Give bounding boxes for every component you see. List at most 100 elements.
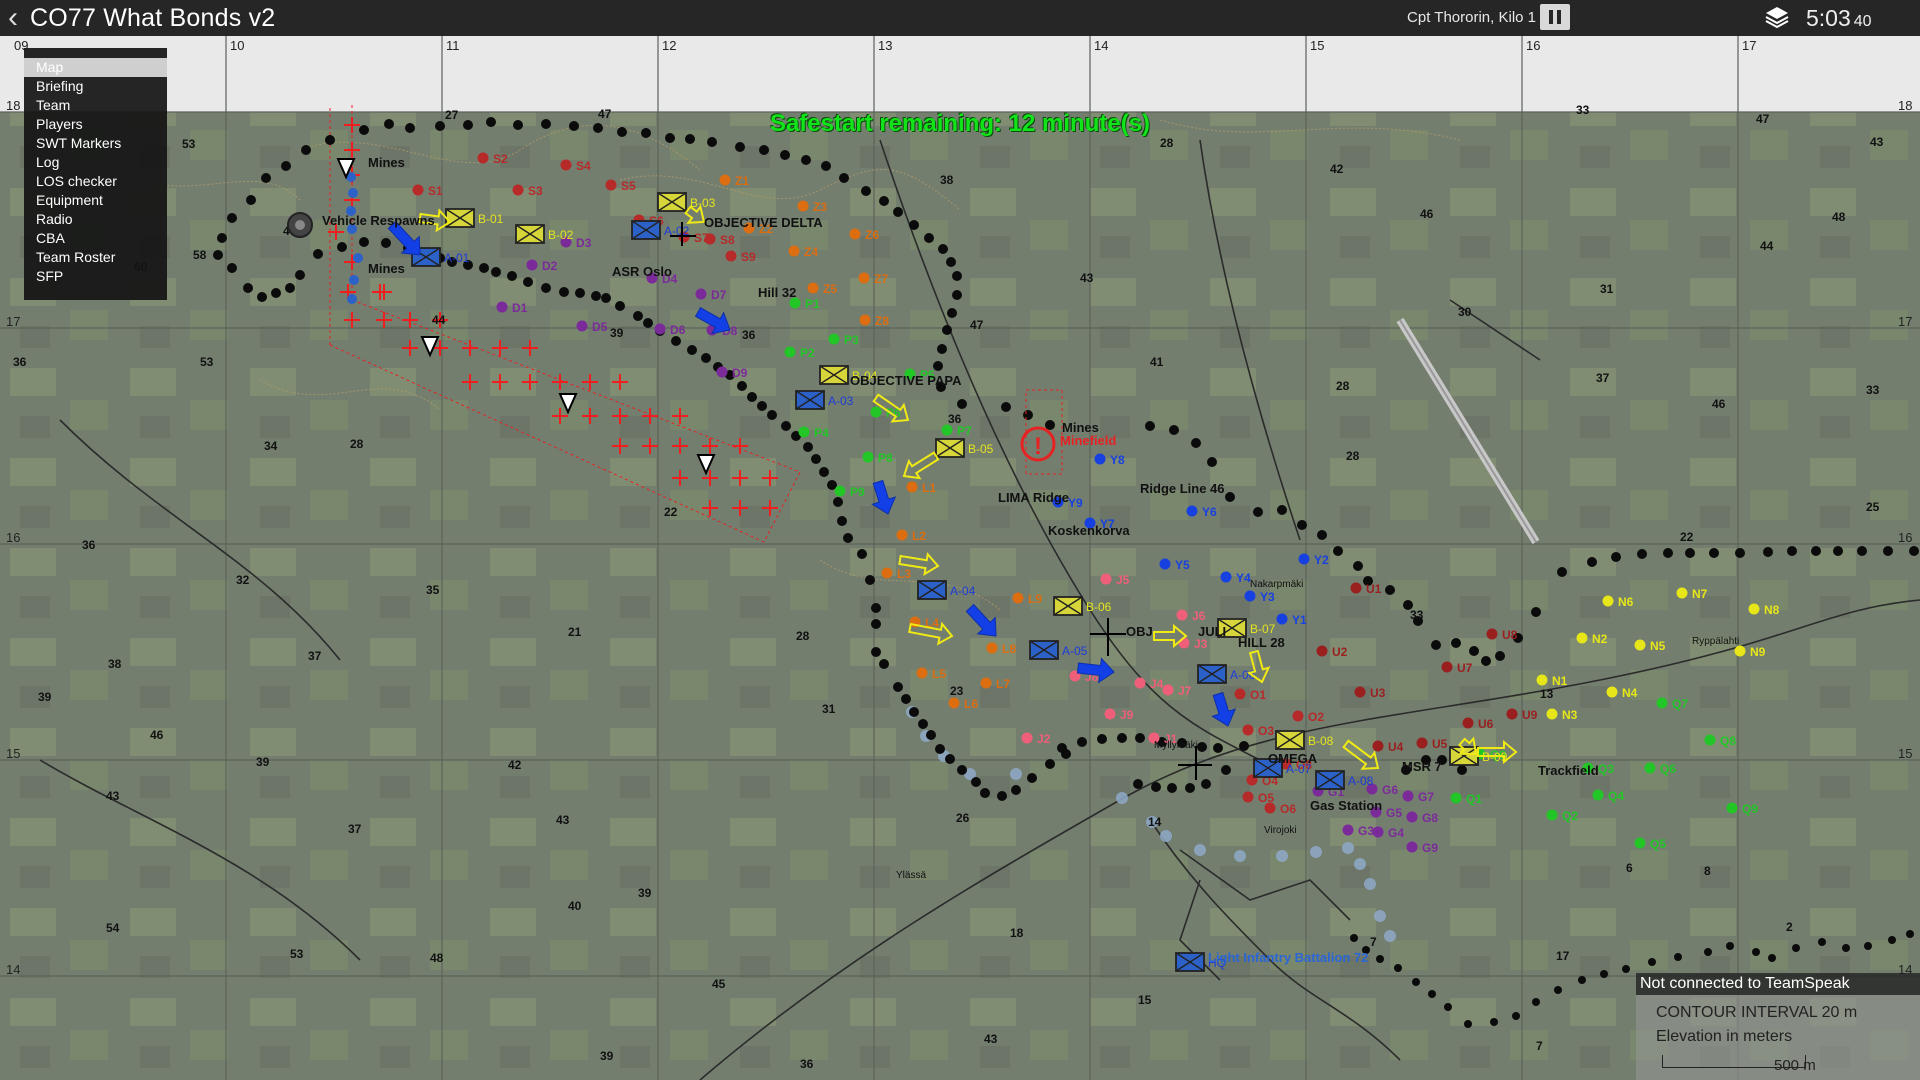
grid-label-x: 10 <box>230 38 244 53</box>
menu-item-players[interactable]: Players <box>24 115 167 134</box>
route-dot <box>1600 970 1608 978</box>
menu-item-radio[interactable]: Radio <box>24 210 167 229</box>
objective-dot <box>576 320 588 332</box>
town-label: Ryppälahti <box>1692 636 1739 647</box>
place-label: ASR Oslo <box>612 264 672 279</box>
route-dot <box>957 399 967 409</box>
elevation-label: 37 <box>348 822 362 836</box>
objective-label: S3 <box>528 184 543 198</box>
objective-dot <box>881 567 893 579</box>
route-dot <box>1648 958 1656 966</box>
unit-marker-b[interactable]: B-01 <box>445 208 504 228</box>
objective-dot <box>1178 637 1190 649</box>
objective-dot <box>1546 809 1558 821</box>
elevation-label: 27 <box>445 108 459 122</box>
objective-label: L2 <box>912 529 926 543</box>
elevation-label: 40 <box>568 899 582 913</box>
objective-label: N7 <box>1692 587 1708 601</box>
unit-marker-a[interactable]: A-06 <box>1197 664 1256 684</box>
unit-marker-b[interactable]: B-02 <box>515 224 574 244</box>
elevation-label: 23 <box>950 684 964 698</box>
unit-marker-a[interactable]: A-08 <box>1315 770 1374 790</box>
objective-dot <box>560 159 572 171</box>
elevation-label: 35 <box>426 583 440 597</box>
objective-dot <box>725 250 737 262</box>
unit-marker-a[interactable]: A-04 <box>917 580 976 600</box>
route-dot <box>767 410 777 420</box>
map-legend: CONTOUR INTERVAL 20 m Elevation in meter… <box>1636 995 1920 1080</box>
grid-label-y-right: 17 <box>1898 314 1912 329</box>
objective-dot <box>1276 613 1288 625</box>
unit-marker-a[interactable]: A-01 <box>411 247 470 267</box>
menu-item-team[interactable]: Team <box>24 96 167 115</box>
objective-label: Y9 <box>1068 496 1083 510</box>
route-dot <box>1135 733 1145 743</box>
unit-marker-a[interactable]: A-05 <box>1029 640 1088 660</box>
route-dot <box>893 207 903 217</box>
route-dot <box>227 213 237 223</box>
route-dot <box>685 134 695 144</box>
elevation-label: 43 <box>556 813 570 827</box>
elevation-label: 15 <box>1138 993 1152 1007</box>
route-dot <box>359 237 369 247</box>
objective-label: G4 <box>1388 826 1404 840</box>
route-dot <box>811 454 821 464</box>
route-dot <box>909 220 919 230</box>
back-chevron-icon[interactable]: ‹ <box>8 2 18 34</box>
unit-marker-b[interactable]: B-05 <box>935 438 994 458</box>
route-dot <box>1704 948 1712 956</box>
objective-label: U5 <box>1432 737 1448 751</box>
objective-dot <box>986 642 998 654</box>
route-dot <box>1431 640 1441 650</box>
unit-marker-b[interactable]: B-08 <box>1275 730 1334 750</box>
route-dot <box>435 121 445 131</box>
menu-item-cba[interactable]: CBA <box>24 229 167 248</box>
menu-item-map[interactable]: Map <box>24 58 167 77</box>
elevation-label: 28 <box>1336 379 1350 393</box>
menu-item-los-checker[interactable]: LOS checker <box>24 172 167 191</box>
elevation-label: 46 <box>150 728 164 742</box>
terrain-background <box>0 36 1920 1080</box>
menu-item-equipment[interactable]: Equipment <box>24 191 167 210</box>
objective-dot <box>1354 686 1366 698</box>
route-dot <box>947 308 957 318</box>
unit-marker-b[interactable]: B-03 <box>657 192 716 212</box>
grid-label-y: 15 <box>6 746 20 761</box>
objective-dot <box>788 245 800 257</box>
menu-item-briefing[interactable]: Briefing <box>24 77 167 96</box>
clock-time: 5:03 <box>1806 5 1851 31</box>
unit-marker-a[interactable]: A-03 <box>795 390 854 410</box>
route-dot <box>837 516 847 526</box>
route-dot <box>701 353 711 363</box>
objective-dot <box>1186 505 1198 517</box>
objective-label: D3 <box>576 236 592 250</box>
objective-dot <box>941 424 953 436</box>
menu-item-sfp[interactable]: SFP <box>24 267 167 286</box>
elevation-label: 13 <box>1540 687 1554 701</box>
route-dot <box>1023 410 1033 420</box>
objective-dot <box>1462 717 1474 729</box>
elevation-label: 8 <box>1704 864 1711 878</box>
objective-label: U3 <box>1370 686 1386 700</box>
unit-marker-b[interactable]: B-06 <box>1053 596 1112 616</box>
elevation-label: 34 <box>264 439 278 453</box>
menu-item-team-roster[interactable]: Team Roster <box>24 248 167 267</box>
objective-label: P3 <box>844 333 859 347</box>
route-dot <box>541 119 551 129</box>
objective-dot <box>477 152 489 164</box>
route-dot <box>569 121 579 131</box>
objective-dot <box>1536 674 1548 686</box>
objective-label: G6 <box>1382 783 1398 797</box>
menu-item-swt-markers[interactable]: SWT Markers <box>24 134 167 153</box>
route-dot <box>997 791 1007 801</box>
pause-icon[interactable] <box>1540 4 1570 30</box>
elevation-label: 31 <box>822 702 836 716</box>
map-view[interactable]: 09 10 11 12 13 14 15 16 17 18 18 17 17 16 16 15 15 14 14 S… <box>0 36 1920 1080</box>
layers-icon[interactable] <box>1764 5 1790 29</box>
place-label: JULI <box>1198 624 1226 639</box>
menu-item-log[interactable]: Log <box>24 153 167 172</box>
objective-dot <box>1592 789 1604 801</box>
objective-dot <box>834 485 846 497</box>
objective-label: P9 <box>850 485 865 499</box>
objective-label: J2 <box>1037 732 1051 746</box>
